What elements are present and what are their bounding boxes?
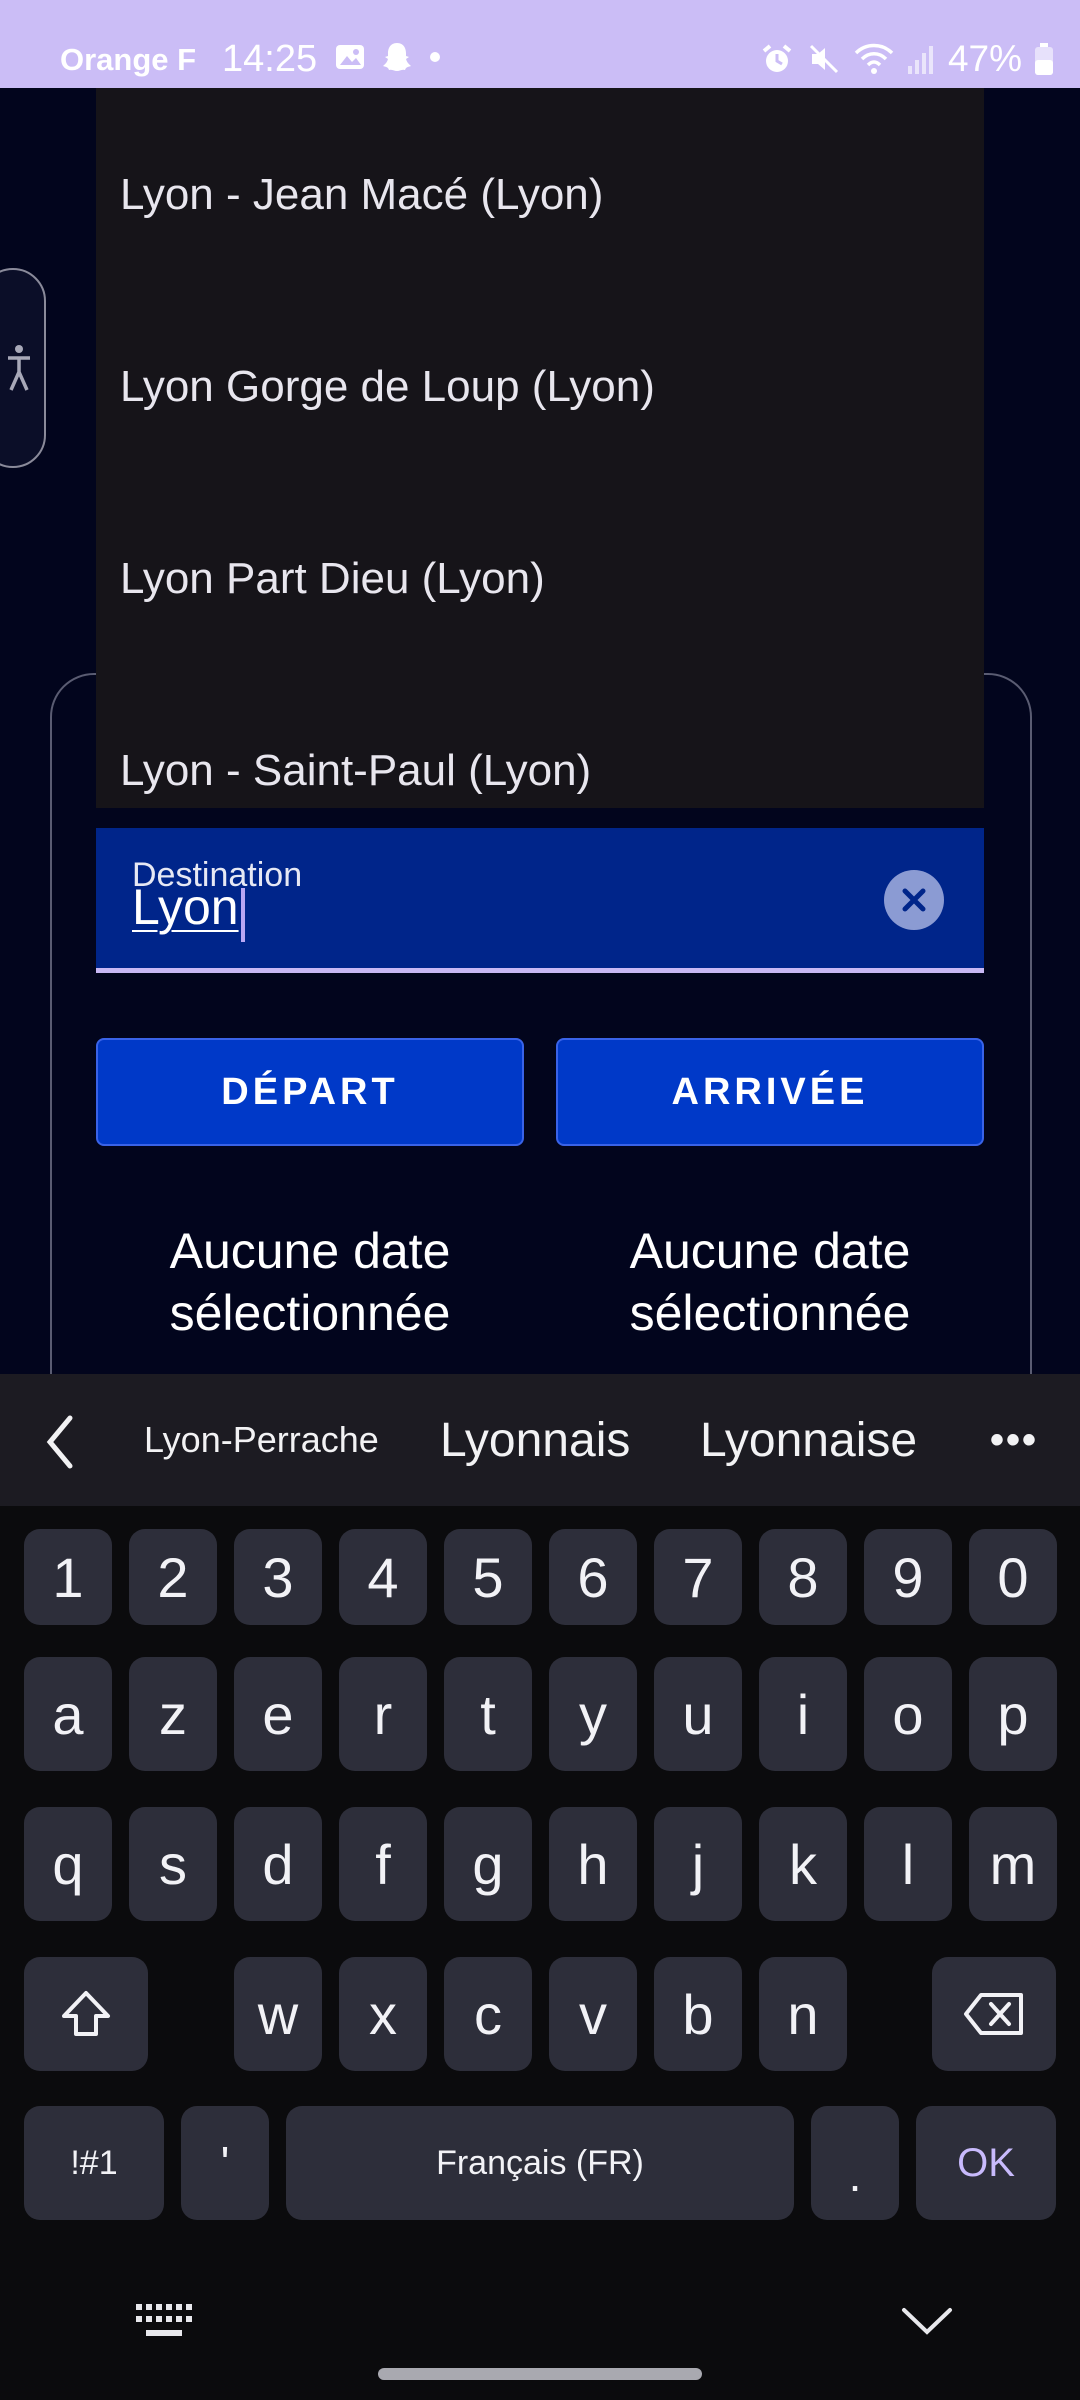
- destination-field[interactable]: Destination Lyon: [96, 828, 984, 973]
- key-g[interactable]: g: [444, 1807, 532, 1921]
- key-3[interactable]: 3: [234, 1529, 322, 1625]
- keyboard-suggestion[interactable]: Lyon-Perrache: [144, 1374, 379, 1506]
- mute-icon: [809, 44, 838, 74]
- key-l[interactable]: l: [864, 1807, 952, 1921]
- snapchat-icon: [383, 43, 411, 71]
- key-8[interactable]: 8: [759, 1529, 847, 1625]
- close-icon: [902, 888, 926, 912]
- shift-key[interactable]: [24, 1957, 148, 2071]
- period-key[interactable]: .: [811, 2106, 899, 2220]
- home-indicator[interactable]: [378, 2368, 702, 2380]
- key-o[interactable]: o: [864, 1657, 952, 1771]
- key-b[interactable]: b: [654, 1957, 742, 2071]
- key-s[interactable]: s: [129, 1807, 217, 1921]
- arrivee-date-text: Aucune date sélectionnée: [556, 1220, 984, 1344]
- key-x[interactable]: x: [339, 1957, 427, 2071]
- depart-date-line1: Aucune date: [169, 1223, 451, 1279]
- key-t[interactable]: t: [444, 1657, 532, 1771]
- key-f[interactable]: f: [339, 1807, 427, 1921]
- space-key[interactable]: Français (FR): [286, 2106, 794, 2220]
- signal-icon: [907, 46, 933, 74]
- key-d[interactable]: d: [234, 1807, 322, 1921]
- battery-icon: [1035, 43, 1053, 75]
- clock: 14:25: [222, 38, 318, 80]
- wifi-icon: [854, 43, 894, 74]
- arrivee-button[interactable]: ARRIVÉE: [556, 1038, 984, 1146]
- key-p[interactable]: p: [969, 1657, 1057, 1771]
- apostrophe-key[interactable]: ': [181, 2106, 269, 2220]
- chevron-left-icon[interactable]: [44, 1414, 76, 1470]
- key-7[interactable]: 7: [654, 1529, 742, 1625]
- key-r[interactable]: r: [339, 1657, 427, 1771]
- clear-button[interactable]: [884, 870, 944, 930]
- keyboard-suggestion[interactable]: Lyonnais: [440, 1374, 630, 1506]
- key-5[interactable]: 5: [444, 1529, 532, 1625]
- keyboard-suggestion[interactable]: Lyonnaise: [700, 1374, 917, 1506]
- key-2[interactable]: 2: [129, 1529, 217, 1625]
- depart-button[interactable]: DÉPART: [96, 1038, 524, 1146]
- accessibility-icon: [8, 345, 30, 391]
- carrier-label: Orange F: [60, 42, 197, 77]
- key-j[interactable]: j: [654, 1807, 742, 1921]
- status-bar: Orange F 14:25 47%: [0, 0, 1080, 88]
- backspace-key[interactable]: [932, 1957, 1056, 2071]
- destination-input[interactable]: Lyon: [132, 878, 239, 936]
- gallery-icon: [336, 45, 364, 69]
- key-i[interactable]: i: [759, 1657, 847, 1771]
- list-item[interactable]: Lyon Part Dieu (Lyon): [120, 554, 545, 604]
- key-6[interactable]: 6: [549, 1529, 637, 1625]
- key-e[interactable]: e: [234, 1657, 322, 1771]
- shift-icon: [62, 1991, 110, 2036]
- key-v[interactable]: v: [549, 1957, 637, 2071]
- station-suggestions-list: Lyon - Jean Macé (Lyon) Lyon Gorge de Lo…: [96, 88, 984, 808]
- ok-key[interactable]: OK: [916, 2106, 1056, 2220]
- key-z[interactable]: z: [129, 1657, 217, 1771]
- accessibility-tab[interactable]: [0, 268, 46, 468]
- key-0[interactable]: 0: [969, 1529, 1057, 1625]
- key-a[interactable]: a: [24, 1657, 112, 1771]
- keyboard-suggestion-bar: Lyon-Perrache Lyonnais Lyonnaise •••: [0, 1374, 1080, 1506]
- key-y[interactable]: y: [549, 1657, 637, 1771]
- key-4[interactable]: 4: [339, 1529, 427, 1625]
- list-item[interactable]: Lyon - Saint-Paul (Lyon): [120, 746, 591, 796]
- key-9[interactable]: 9: [864, 1529, 952, 1625]
- list-item[interactable]: Lyon Gorge de Loup (Lyon): [120, 362, 655, 412]
- more-suggestions-icon[interactable]: •••: [990, 1374, 1038, 1506]
- key-c[interactable]: c: [444, 1957, 532, 2071]
- depart-date-line2: sélectionnée: [169, 1285, 451, 1341]
- depart-date-text: Aucune date sélectionnée: [96, 1220, 524, 1344]
- alarm-icon: [762, 44, 792, 72]
- key-w[interactable]: w: [234, 1957, 322, 2071]
- key-h[interactable]: h: [549, 1807, 637, 1921]
- battery-percent: 47%: [947, 38, 1022, 79]
- symbols-key[interactable]: !#1: [24, 2106, 164, 2220]
- hide-keyboard-icon[interactable]: [900, 2304, 954, 2338]
- key-u[interactable]: u: [654, 1657, 742, 1771]
- key-1[interactable]: 1: [24, 1529, 112, 1625]
- text-caret: [241, 888, 245, 942]
- arrivee-date-line1: Aucune date: [629, 1223, 911, 1279]
- arrivee-date-line2: sélectionnée: [629, 1285, 911, 1341]
- keyboard-switch-icon[interactable]: [134, 2302, 192, 2342]
- backspace-icon: [964, 1993, 1023, 2035]
- key-q[interactable]: q: [24, 1807, 112, 1921]
- notification-dot-icon: [430, 52, 440, 62]
- keyboard: 1234567890 azertyuiop qsdfghjklm wxcvbn …: [0, 1506, 1080, 2400]
- key-m[interactable]: m: [969, 1807, 1057, 1921]
- key-k[interactable]: k: [759, 1807, 847, 1921]
- key-n[interactable]: n: [759, 1957, 847, 2071]
- list-item[interactable]: Lyon - Jean Macé (Lyon): [120, 170, 603, 220]
